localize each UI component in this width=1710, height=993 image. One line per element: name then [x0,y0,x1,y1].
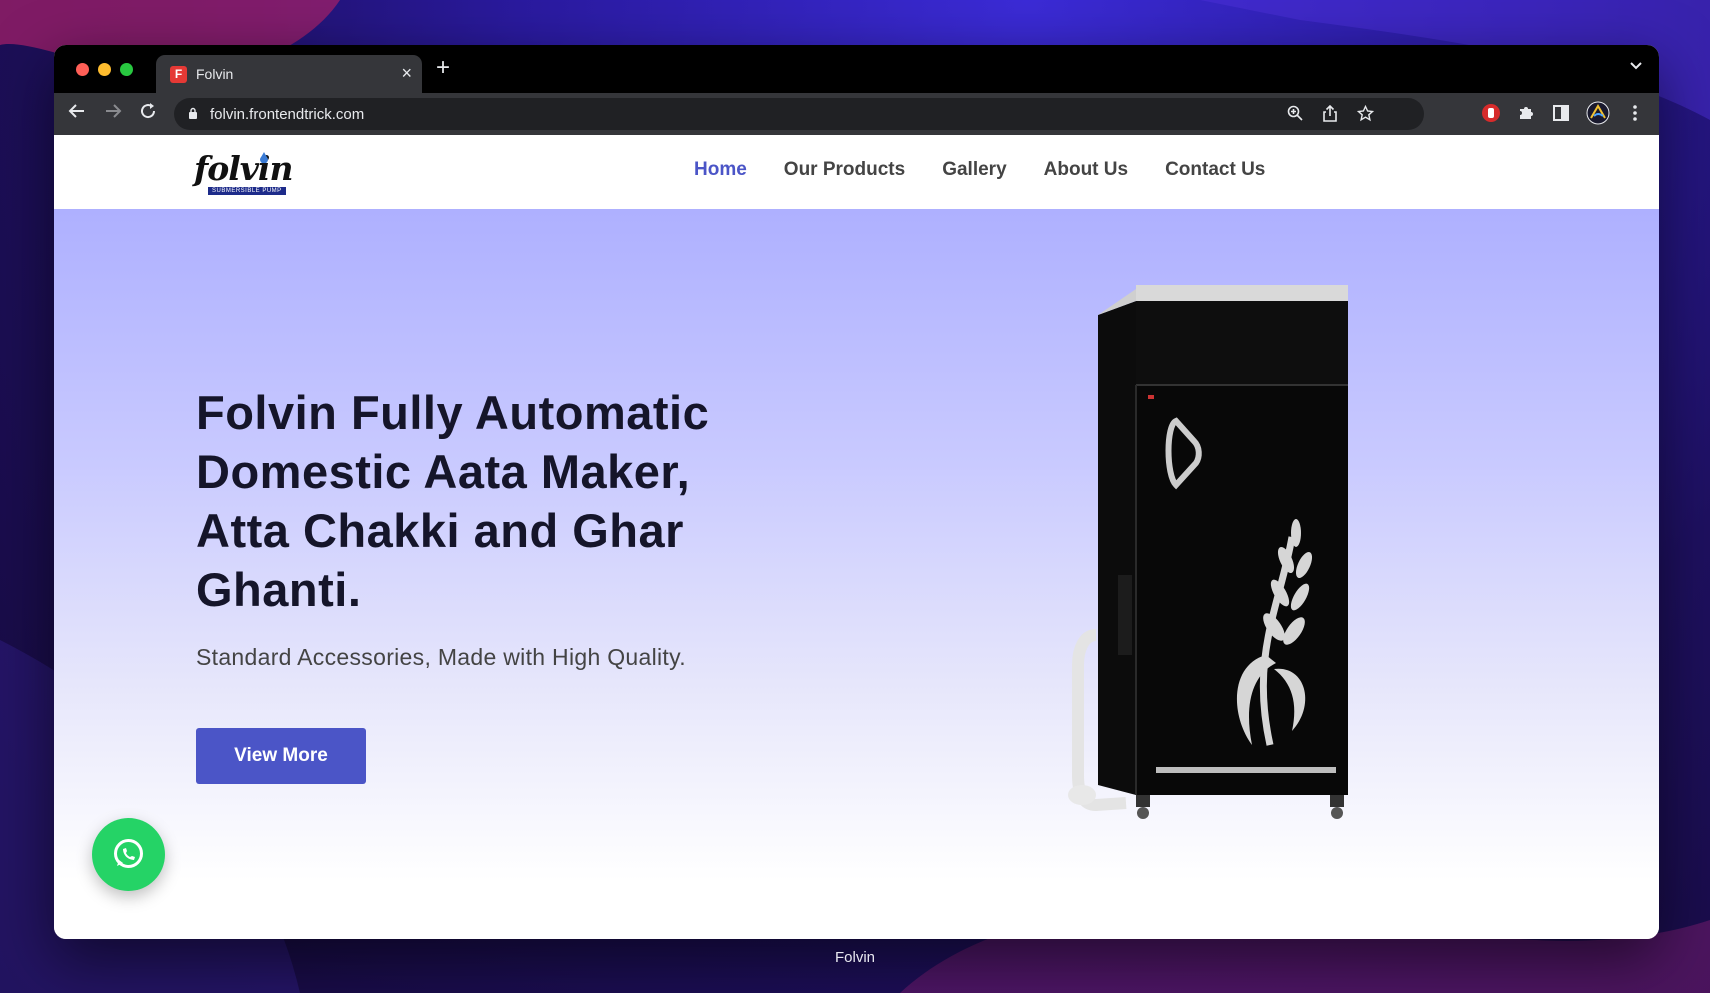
tab-search-icon[interactable] [1629,59,1643,73]
minimize-window-button[interactable] [98,63,111,76]
hero-subtitle: Standard Accessories, Made with High Qua… [196,644,686,670]
reload-icon[interactable] [139,102,157,120]
site-header: folvin SUBMERSIBLE PUMP Home Our Product… [54,135,1659,209]
url-text: folvin.frontendtrick.com [210,106,365,123]
logo-text: folvin [194,149,293,188]
star-icon[interactable] [1357,105,1374,122]
arrow-right-icon[interactable] [104,102,122,120]
view-more-button[interactable]: View More [196,728,366,784]
new-tab-icon[interactable]: + [436,56,450,80]
tab-favicon-icon: F [170,66,187,83]
atta-chakki-product-image [1068,285,1348,819]
main-nav: Home Our Products Gallery About Us Conta… [694,159,1265,181]
folvin-logo[interactable]: folvin SUBMERSIBLE PUMP [194,149,294,195]
nav-about-us[interactable]: About Us [1044,159,1128,181]
window-caption: Folvin [834,949,875,966]
avatar[interactable] [1586,101,1610,125]
whatsapp-icon [114,839,143,868]
puzzle-icon[interactable] [1516,103,1536,123]
zoom-icon[interactable] [1287,105,1303,121]
nav-our-products[interactable]: Our Products [784,159,905,181]
share-icon[interactable] [1322,105,1338,122]
stop-extension-icon[interactable] [1481,103,1501,123]
lock-icon [189,107,197,119]
nav-contact-us[interactable]: Contact Us [1165,159,1265,181]
whatsapp-chat-button[interactable] [92,818,165,891]
hero-title: Folvin Fully Automatic Domestic Aata Mak… [196,386,710,616]
arrow-left-icon[interactable] [68,102,86,120]
kebab-menu-icon[interactable] [1625,103,1645,123]
hero-section: Folvin Fully Automatic Domestic Aata Mak… [54,209,1659,939]
tab-close-icon[interactable]: × [401,63,412,83]
tab-title: Folvin [196,66,234,82]
web-page: folvin SUBMERSIBLE PUMP Home Our Product… [54,135,1659,939]
browser-toolbar: folvin.frontendtrick.com [54,93,1659,135]
address-bar[interactable]: folvin.frontendtrick.com [174,98,1424,130]
side-panel-icon[interactable] [1551,103,1571,123]
nav-gallery[interactable]: Gallery [942,159,1006,181]
maximize-window-button[interactable] [120,63,133,76]
browser-tab[interactable]: F Folvin × [156,55,422,93]
logo-subtext: SUBMERSIBLE PUMP [208,187,286,195]
browser-window: F Folvin × + folvin.frontendtrick.com fo… [54,45,1659,939]
water-drop-icon [260,152,268,163]
tab-strip: F Folvin × + [54,45,1659,93]
nav-home[interactable]: Home [694,159,747,181]
close-window-button[interactable] [76,63,89,76]
